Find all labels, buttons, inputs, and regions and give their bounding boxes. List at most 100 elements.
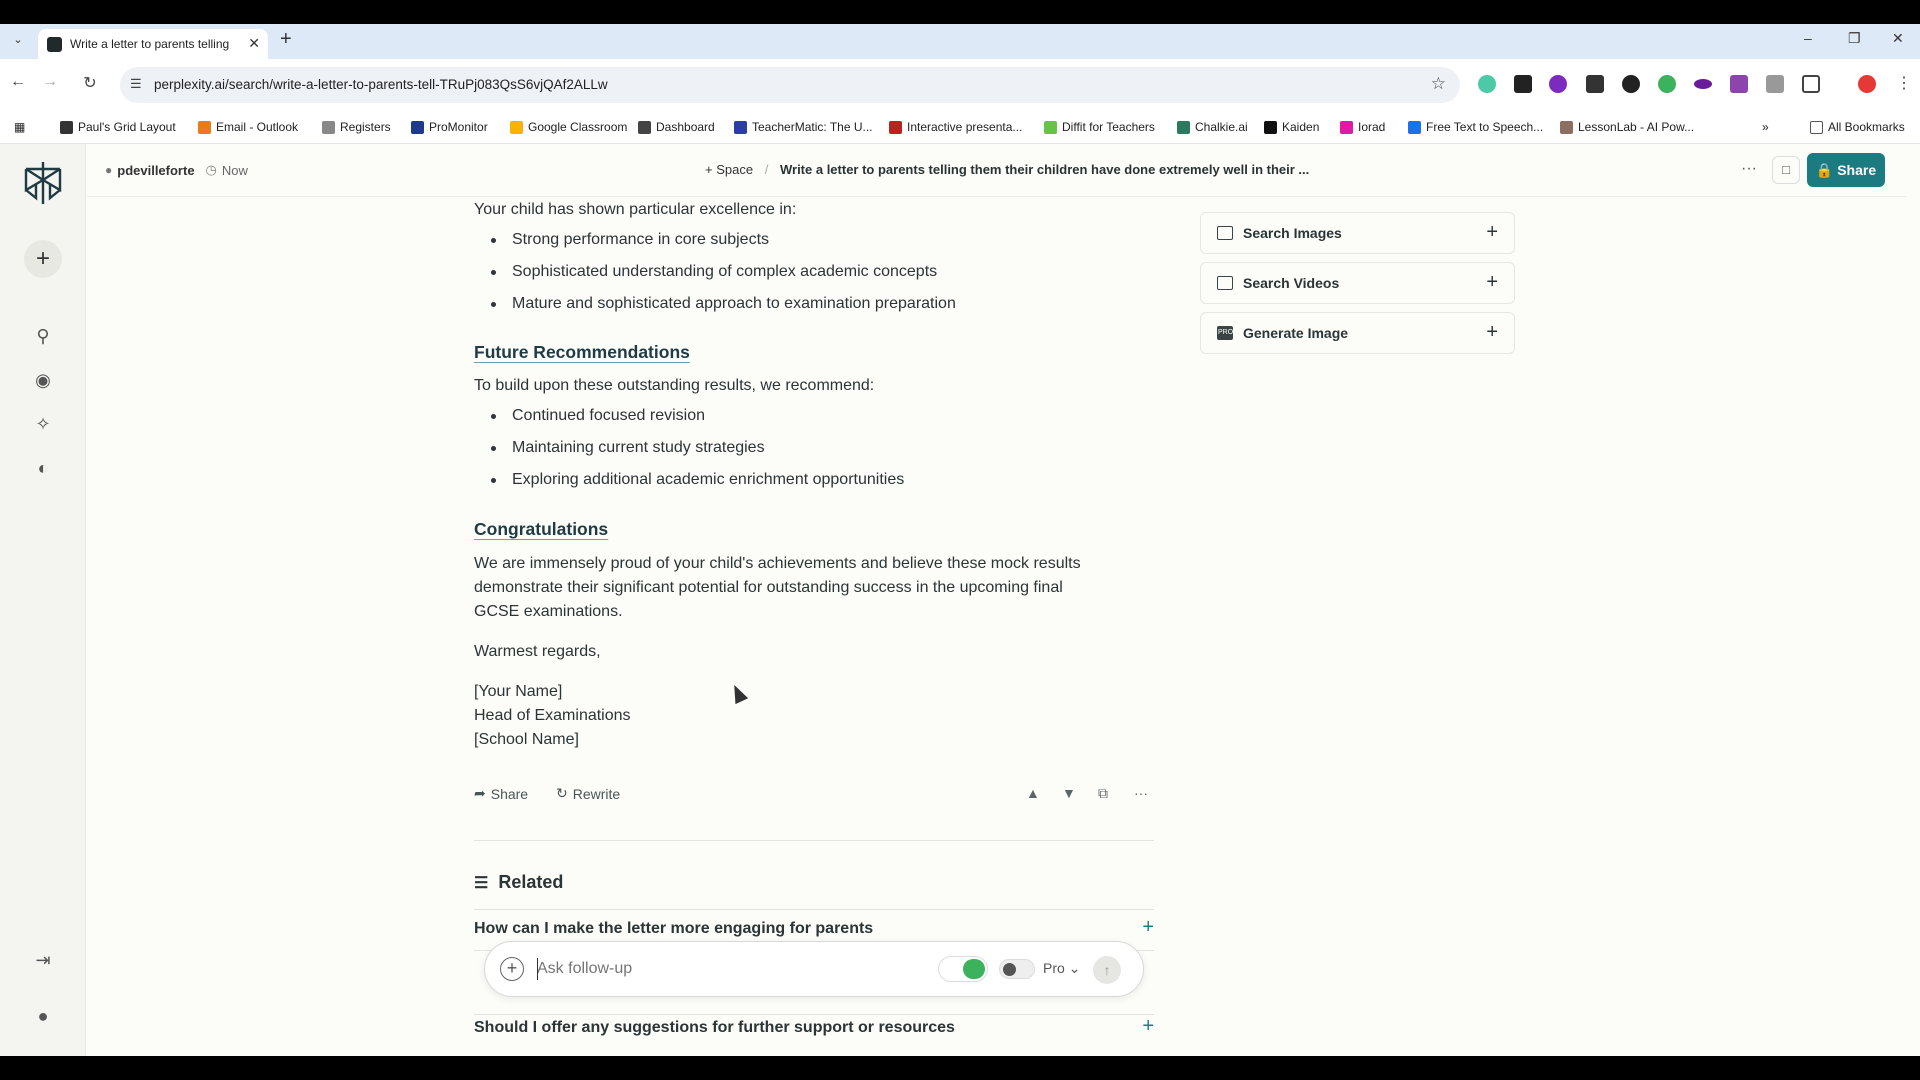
send-button[interactable]: ↑ [1093,956,1121,984]
browser-menu-icon[interactable]: ⋮ [1892,73,1916,93]
thread-title: Write a letter to parents telling them t… [779,162,1310,177]
expand-sidebar-icon[interactable]: ⇥ [31,948,55,972]
bookmark-item[interactable]: Registers [322,120,391,134]
related-question: Should I offer any suggestions for furth… [474,1019,955,1036]
thumbs-down-icon[interactable]: ▼ [1062,785,1076,801]
share-answer-button[interactable]: ➦ Share [474,785,528,802]
thread-header: ● pdevilleforte ◷ Now + Space / Write a … [87,144,1907,197]
share-thread-button[interactable]: 🔒 Share [1807,153,1885,187]
bookmark-item[interactable]: Iorad [1340,120,1385,134]
list-item: Strong performance in core subjects [474,224,956,256]
browser-tab[interactable]: Write a letter to parents telling ✕ [38,29,268,59]
add-question-icon[interactable]: + [1142,916,1154,939]
bookmark-favicon-icon [60,120,73,134]
attach-icon[interactable]: + [500,957,524,981]
generate-image-button[interactable]: PRO Generate Image + [1200,312,1515,354]
search-icon[interactable]: ⚲ [31,324,55,348]
toggle-knob [1003,963,1016,976]
pro-mode-selector[interactable]: Pro ⌄ [1043,960,1080,977]
model-selector[interactable] [938,956,988,982]
all-bookmarks[interactable]: All Bookmarks [1810,120,1905,134]
pro-icon: PRO [1217,326,1233,340]
video-icon [1217,276,1233,290]
bookmark-item[interactable]: TeacherMatic: The U... [734,120,873,134]
timestamp: Now [221,162,248,178]
extension-purple-icon[interactable] [1549,75,1567,93]
bookmark-item[interactable]: Free Text to Speech... [1408,120,1543,134]
bookmark-star-icon[interactable]: ☆ [1431,74,1446,94]
bookmark-label: Kaiden [1282,120,1320,134]
text-caret [537,958,538,980]
rewrite-icon: ↻ [556,785,568,801]
extension-grammarly-icon[interactable] [1478,75,1496,93]
bookmark-item[interactable]: Chalkie.ai [1177,120,1248,134]
minimize-icon[interactable]: – [1804,30,1812,46]
more-bookmarks-icon[interactable]: » [1762,120,1769,134]
extension-green-icon[interactable] [1658,75,1676,93]
search-images-button[interactable]: Search Images + [1200,212,1515,254]
extensions-puzzle-icon[interactable] [1802,75,1820,93]
reload-icon[interactable]: ↻ [78,73,102,93]
bookmark-item[interactable]: Interactive presenta... [889,120,1022,134]
bookmark-item[interactable]: ProMonitor [411,120,488,134]
tab-strip: ⌄ Write a letter to parents telling ✕ + … [0,24,1920,59]
more-actions-icon[interactable]: ··· [1134,785,1148,801]
restore-icon[interactable]: ❐ [1848,30,1861,47]
extension-wave-icon[interactable] [1694,79,1712,89]
search-videos-button[interactable]: Search Videos + [1200,262,1515,304]
add-question-icon[interactable]: + [1142,1015,1154,1038]
extension-search-icon[interactable] [1586,75,1604,93]
extension-teams-icon[interactable] [1730,75,1748,93]
add-to-space-button[interactable]: + Space [705,162,753,177]
profile-avatar-icon[interactable] [1858,75,1876,93]
bookmark-item[interactable]: Diffit for Teachers [1044,120,1155,134]
bookmark-item[interactable]: Kaiden [1264,120,1319,134]
new-tab-icon[interactable]: + [280,28,292,51]
list-item: Continued focused revision [474,400,904,432]
bookmark-label: Google Classroom [528,120,628,134]
address-bar[interactable]: ☰ perplexity.ai/search/write-a-letter-to… [120,67,1460,103]
bookmark-favicon-icon [1044,120,1057,134]
rewrite-button[interactable]: ↻ Rewrite [556,785,620,802]
back-icon[interactable]: ← [6,73,30,91]
bookmark-item[interactable]: Email - Outlook [198,120,298,134]
bookmark-item[interactable]: Dashboard [638,120,715,134]
followup-input[interactable] [537,960,837,978]
bookmark-thread-button[interactable]: □ [1772,156,1800,184]
breadcrumb-separator: / [764,162,769,177]
thumbs-up-icon[interactable]: ▲ [1026,785,1040,801]
perplexity-logo[interactable] [22,160,64,206]
extension-dark-icon[interactable] [1622,75,1640,93]
bookmark-label: Dashboard [656,120,715,134]
copy-icon[interactable]: ⧉ [1098,785,1108,802]
close-window-icon[interactable]: ✕ [1892,30,1904,47]
pro-toggle[interactable] [999,959,1035,979]
bookmark-item[interactable]: Paul's Grid Layout [60,120,176,134]
spaces-icon[interactable]: ✧ [31,412,55,436]
extension-cast-icon[interactable] [1766,75,1784,93]
share-arrow-icon: ➦ [474,785,486,801]
more-options-icon[interactable]: ··· [1741,160,1757,178]
related-item[interactable]: Should I offer any suggestions for furth… [474,1014,1154,1054]
forward-icon[interactable]: → [38,73,62,91]
discover-globe-icon[interactable]: ◉ [31,368,55,392]
answer-actions: ➦ Share ↻ Rewrite ▲ ▼ ⧉ ··· [474,779,1154,809]
extension-pen-icon[interactable] [1514,75,1532,93]
site-settings-icon[interactable]: ☰ [130,76,142,92]
related-heading-label: Related [498,872,564,892]
library-icon[interactable]: ◐ [31,456,55,480]
close-tab-icon[interactable]: ✕ [248,35,260,52]
sidebar: + ⚲ ◉ ✧ ◐ ⇥ ● [0,144,86,1056]
new-thread-button[interactable]: + [24,240,62,278]
url-text: perplexity.ai/search/write-a-letter-to-p… [154,77,608,92]
bookmark-favicon-icon [638,120,651,134]
bookmark-label: Chalkie.ai [1195,120,1248,134]
share-answer-label: Share [490,785,529,802]
bookmark-item[interactable]: LessonLab - AI Pow... [1560,120,1694,134]
bookmark-label: Registers [340,120,391,134]
account-icon[interactable]: ● [31,1004,55,1028]
tab-search-icon[interactable]: ⌄ [8,30,28,50]
apps-grid-icon[interactable]: ▦ [14,120,25,134]
bookmark-item[interactable]: Google Classroom [510,120,627,134]
bookmark-label: Iorad [1358,120,1386,134]
